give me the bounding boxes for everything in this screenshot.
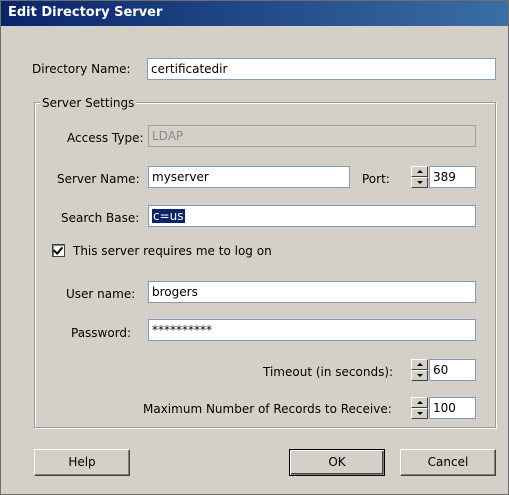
max-records-label: Maximum Number of Records to Receive: bbox=[143, 402, 392, 416]
port-spin-up-button[interactable] bbox=[411, 166, 428, 177]
timeout-spin-down-button[interactable] bbox=[411, 370, 428, 381]
search-base-field[interactable]: c=us bbox=[148, 205, 476, 227]
timeout-field[interactable]: 60 bbox=[429, 359, 476, 381]
max-records-spin-down-button[interactable] bbox=[411, 408, 428, 419]
port-spin-down-button[interactable] bbox=[411, 177, 428, 188]
max-records-field[interactable]: 100 bbox=[429, 397, 476, 419]
password-field[interactable]: ********** bbox=[148, 319, 476, 341]
arrow-down-icon bbox=[417, 412, 423, 415]
arrow-up-icon bbox=[417, 363, 423, 366]
access-type-label: Access Type: bbox=[67, 131, 144, 145]
timeout-spin-up-button[interactable] bbox=[411, 359, 428, 370]
server-settings-legend: Server Settings bbox=[40, 95, 137, 111]
user-name-label: User name: bbox=[66, 287, 136, 301]
server-name-field[interactable]: myserver bbox=[148, 166, 350, 188]
cancel-button[interactable]: Cancel bbox=[400, 449, 496, 476]
requires-logon-label[interactable]: This server requires me to log on bbox=[73, 243, 272, 259]
window-title: Edit Directory Server bbox=[8, 5, 163, 20]
port-label: Port: bbox=[362, 172, 390, 186]
user-name-field[interactable]: brogers bbox=[148, 281, 476, 303]
port-spinner bbox=[411, 166, 428, 188]
timeout-label: Timeout (in seconds): bbox=[263, 365, 394, 379]
checkmark-icon bbox=[52, 244, 64, 255]
arrow-down-icon bbox=[417, 374, 423, 377]
arrow-down-icon bbox=[417, 181, 423, 184]
password-label: Password: bbox=[71, 326, 132, 340]
title-bar[interactable]: Edit Directory Server bbox=[1, 1, 508, 26]
ok-button[interactable]: OK bbox=[289, 449, 385, 476]
port-field[interactable]: 389 bbox=[429, 166, 476, 188]
max-records-spin-up-button[interactable] bbox=[411, 397, 428, 408]
arrow-up-icon bbox=[417, 401, 423, 404]
search-base-selected-text: c=us bbox=[152, 209, 185, 223]
server-name-label: Server Name: bbox=[57, 172, 140, 186]
search-base-label: Search Base: bbox=[61, 211, 140, 225]
directory-name-field[interactable]: certificatedir bbox=[147, 58, 496, 80]
help-button[interactable]: Help bbox=[34, 449, 130, 476]
directory-name-label: Directory Name: bbox=[32, 62, 131, 76]
edit-directory-server-dialog: Edit Directory Server Directory Name: ce… bbox=[0, 0, 509, 495]
max-records-spinner bbox=[411, 397, 428, 419]
access-type-field: LDAP bbox=[148, 125, 476, 147]
timeout-spinner bbox=[411, 359, 428, 381]
arrow-up-icon bbox=[417, 170, 423, 173]
requires-logon-checkbox[interactable] bbox=[52, 244, 65, 257]
